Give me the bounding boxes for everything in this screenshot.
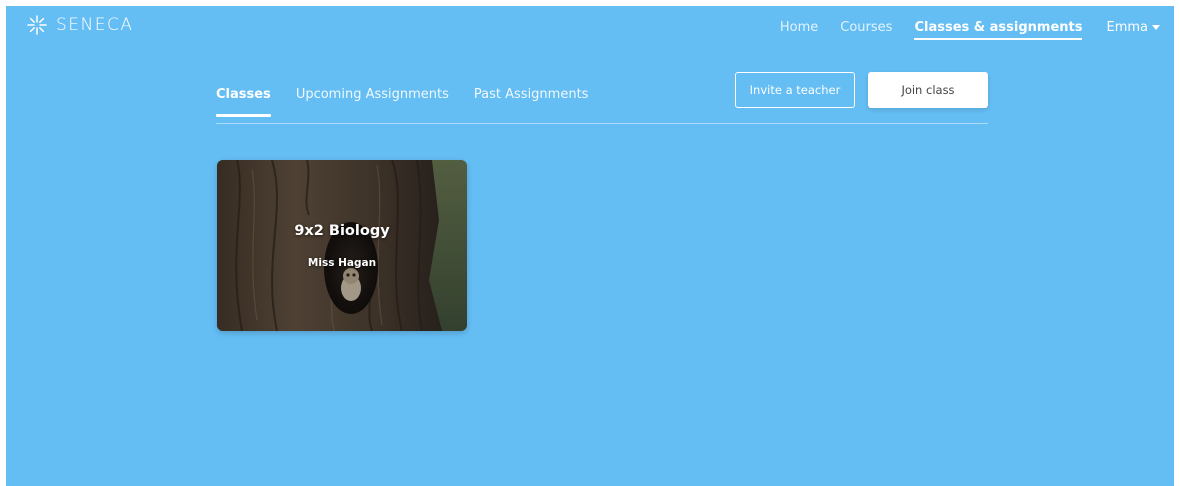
nav-courses-link[interactable]: Courses <box>840 20 892 35</box>
tabs-divider <box>216 123 988 124</box>
brand-logo[interactable]: SENECA <box>26 12 134 38</box>
brand-name: SENECA <box>56 15 134 35</box>
seneca-star-logo-icon <box>27 15 47 35</box>
top-navigation: Home Courses Classes & assignments Emma <box>758 15 1160 40</box>
class-name: 9x2 Biology <box>294 223 390 239</box>
user-name: Emma <box>1106 20 1148 35</box>
nav-home-link[interactable]: Home <box>780 20 818 35</box>
nav-classes-link[interactable]: Classes & assignments <box>914 20 1083 40</box>
chevron-down-icon <box>1152 25 1160 30</box>
app-page: SENECA Home Courses Classes & assignment… <box>6 6 1174 486</box>
class-card[interactable]: 9x2 Biology Miss Hagan <box>217 160 467 331</box>
invite-teacher-button[interactable]: Invite a teacher <box>735 72 855 108</box>
tab-past-assignments[interactable]: Past Assignments <box>474 87 589 115</box>
tab-upcoming-assignments[interactable]: Upcoming Assignments <box>296 87 449 115</box>
join-class-button[interactable]: Join class <box>868 72 988 108</box>
owl-in-tree-hollow-image <box>217 160 467 331</box>
tab-bar: Classes Upcoming Assignments Past Assign… <box>216 87 613 117</box>
tab-classes[interactable]: Classes <box>216 87 271 117</box>
user-menu[interactable]: Emma <box>1106 20 1160 35</box>
class-teacher: Miss Hagan <box>307 257 377 269</box>
